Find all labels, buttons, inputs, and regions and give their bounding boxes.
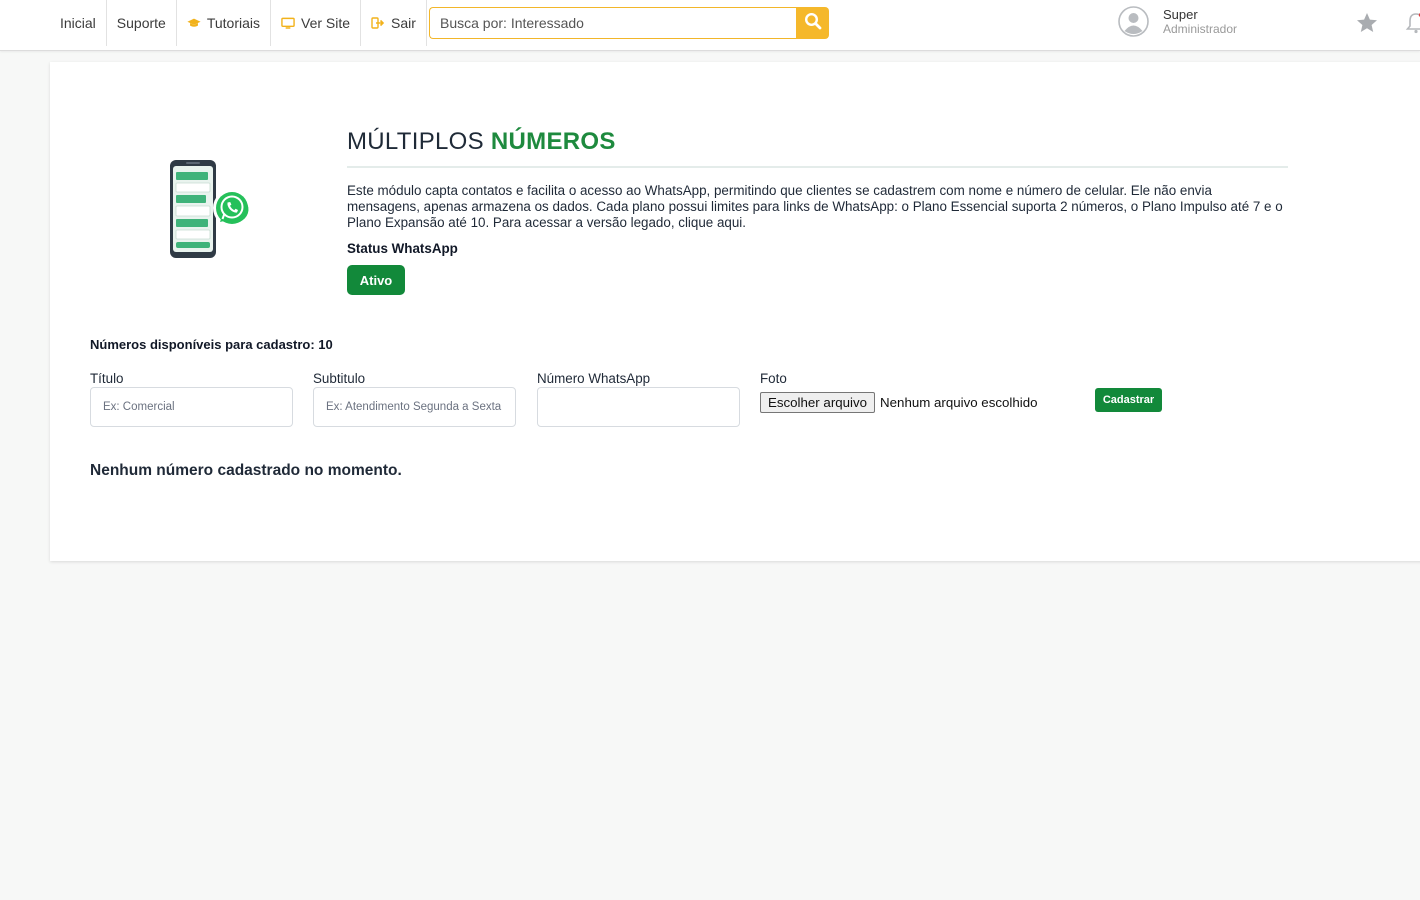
nav-item-label: Sair xyxy=(391,15,416,31)
top-nav: Inicial Suporte Tutoriais Ver Site Sair xyxy=(50,0,427,46)
nav-item-ver-site[interactable]: Ver Site xyxy=(271,0,362,46)
page-title-bold: NÚMEROS xyxy=(490,128,616,155)
nav-item-label: Tutoriais xyxy=(206,15,261,31)
status-toggle-button[interactable]: Ativo xyxy=(347,265,405,295)
page-title-light: MÚLTIPLOS xyxy=(347,128,484,155)
user-role: Administrador xyxy=(1163,22,1238,36)
number-field-label: Número WhatsApp xyxy=(537,371,651,386)
nav-item-label: Ver Site xyxy=(301,15,351,31)
whatsapp-phone-icon xyxy=(166,158,256,262)
choose-file-button[interactable]: Escolher arquivo xyxy=(760,392,876,413)
photo-field-label: Foto xyxy=(760,371,787,386)
nav-item-sair[interactable]: Sair xyxy=(361,0,427,46)
nav-item-tutoriais[interactable]: Tutoriais xyxy=(177,0,272,46)
bell-icon xyxy=(1404,13,1420,39)
star-icon xyxy=(1355,13,1379,39)
subtitle-field-label: Subtitulo xyxy=(313,371,366,386)
user-name: Super xyxy=(1163,7,1198,22)
available-numbers-count: Números disponíveis para cadastro: 10 xyxy=(90,337,333,352)
subtitle-input[interactable] xyxy=(313,387,516,427)
nav-item-suporte[interactable]: Suporte xyxy=(107,0,177,46)
search-input[interactable] xyxy=(429,7,796,39)
sign-out-icon xyxy=(371,16,385,30)
title-input[interactable] xyxy=(90,387,293,427)
status-label: Status WhatsApp xyxy=(347,241,458,256)
nav-item-label: Suporte xyxy=(116,15,166,31)
page-title: MÚLTIPLOS NÚMEROS xyxy=(347,128,616,156)
register-button[interactable]: Cadastrar xyxy=(1095,388,1162,412)
search-bar xyxy=(429,7,829,39)
search-button[interactable] xyxy=(796,7,829,39)
nav-item-label: Inicial xyxy=(60,15,96,31)
main-card: MÚLTIPLOS NÚMEROS Este módulo capta cont… xyxy=(50,62,1420,561)
photo-file-input: Escolher arquivo Nenhum arquivo escolhid… xyxy=(760,392,1038,413)
user-info: Super Administrador xyxy=(1163,7,1237,36)
search-icon xyxy=(804,12,822,35)
top-bar: Inicial Suporte Tutoriais Ver Site Sair xyxy=(0,0,1420,51)
avatar xyxy=(1118,6,1149,37)
nav-item-inicial[interactable]: Inicial xyxy=(50,0,107,46)
user-menu[interactable]: Super Administrador xyxy=(1118,6,1237,37)
monitor-icon xyxy=(281,16,295,30)
file-status-text: Nenhum arquivo escolhido xyxy=(880,395,1038,410)
module-description: Este módulo capta contatos e facilita o … xyxy=(347,183,1283,230)
whatsapp-number-input[interactable] xyxy=(537,387,740,427)
favorites-button[interactable] xyxy=(1355,11,1379,35)
graduation-cap-icon xyxy=(187,16,201,30)
title-field-label: Título xyxy=(90,371,124,386)
empty-list-message: Nenhum número cadastrado no momento. xyxy=(90,462,402,479)
title-divider xyxy=(347,166,1288,168)
notifications-button[interactable] xyxy=(1404,11,1420,35)
